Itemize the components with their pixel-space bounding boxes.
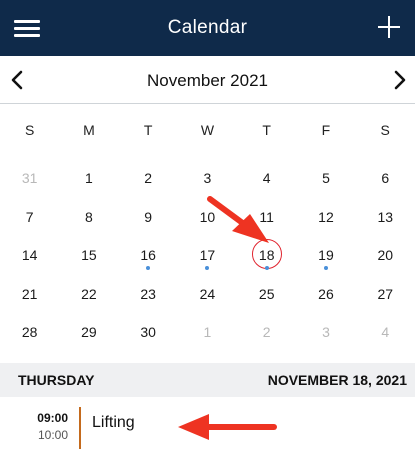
event-item[interactable]: 09:00 10:00 Lifting <box>0 401 415 449</box>
event-end-time: 10:00 <box>37 428 68 442</box>
day-cell-selected[interactable]: 18 <box>237 237 296 276</box>
day-cell[interactable]: 29 <box>59 314 118 353</box>
chevron-left-icon[interactable] <box>6 68 30 92</box>
day-cell[interactable]: 3 <box>178 160 237 199</box>
day-number: 6 <box>381 170 390 186</box>
day-cell[interactable]: 12 <box>296 199 355 238</box>
day-cell[interactable]: 7 <box>0 199 59 238</box>
day-number: 15 <box>81 247 97 263</box>
day-number: 7 <box>25 208 34 225</box>
week-row: 21 22 23 24 25 26 27 <box>0 276 415 315</box>
day-cell[interactable]: 16 <box>119 237 178 276</box>
plus-icon[interactable] <box>377 14 401 38</box>
weekday-label: F <box>321 122 331 138</box>
hamburger-menu-icon[interactable] <box>14 17 40 39</box>
day-cell[interactable]: 3 <box>296 314 355 353</box>
day-cell[interactable]: 27 <box>356 276 415 315</box>
day-cell[interactable]: 20 <box>356 237 415 276</box>
day-number: 26 <box>318 285 334 302</box>
day-number: 21 <box>21 285 38 302</box>
day-cell[interactable]: 2 <box>237 314 296 353</box>
day-cell[interactable]: 22 <box>59 276 118 315</box>
day-number: 2 <box>262 324 271 340</box>
agenda-day-header: THURSDAY NOVEMBER 18, 2021 <box>0 363 415 397</box>
day-cell[interactable]: 6 <box>356 160 415 199</box>
day-cell[interactable]: 14 <box>0 237 59 276</box>
day-cell[interactable]: 25 <box>237 276 296 315</box>
day-number: 12 <box>318 208 334 225</box>
day-cell[interactable]: 31 <box>0 160 59 199</box>
day-number: 29 <box>81 324 97 340</box>
day-cell[interactable]: 1 <box>178 314 237 353</box>
day-number: 23 <box>140 285 156 302</box>
day-cell[interactable]: 1 <box>59 160 118 199</box>
day-number: 2 <box>144 170 153 186</box>
weekday-label: S <box>380 122 390 138</box>
day-number: 24 <box>199 285 216 302</box>
agenda-day-of-week: THURSDAY <box>18 372 95 388</box>
weekday-header-row: SMTWTFS <box>0 112 415 148</box>
day-number: 13 <box>377 208 394 225</box>
week-row: 7 8 9 10 11 12 13 <box>0 199 415 238</box>
day-number: 3 <box>322 324 330 340</box>
day-number: 25 <box>258 285 275 302</box>
day-cell[interactable]: 13 <box>356 199 415 238</box>
day-number: 20 <box>377 247 394 263</box>
day-number: 27 <box>377 285 394 302</box>
day-cell[interactable]: 17 <box>178 237 237 276</box>
day-cell[interactable]: 9 <box>119 199 178 238</box>
day-cell[interactable]: 4 <box>356 314 415 353</box>
day-cell[interactable]: 4 <box>237 160 296 199</box>
app-title: Calendar <box>167 17 248 38</box>
weekday-label: S <box>24 122 35 138</box>
week-row: 31 1 2 3 4 5 6 <box>0 160 415 199</box>
day-cell[interactable]: 2 <box>119 160 178 199</box>
day-number: 8 <box>85 208 93 225</box>
day-number: 5 <box>322 170 330 186</box>
day-number: 11 <box>259 208 274 225</box>
event-indicator-dot <box>323 266 328 270</box>
event-color-bar <box>79 407 81 449</box>
day-cell[interactable]: 15 <box>59 237 118 276</box>
day-cell[interactable]: 5 <box>296 160 355 199</box>
day-number: 28 <box>21 324 38 340</box>
day-number: 3 <box>203 170 212 186</box>
day-cell[interactable]: 30 <box>119 314 178 353</box>
event-indicator-dot <box>264 266 269 270</box>
month-navigation: November 2021 <box>0 56 415 104</box>
weekday-label: W <box>200 122 215 138</box>
day-number: 9 <box>144 208 153 225</box>
day-number: 4 <box>262 170 271 186</box>
day-number: 22 <box>81 285 97 302</box>
day-cell[interactable]: 21 <box>0 276 59 315</box>
weekday-label: T <box>262 122 271 138</box>
week-row: 14 15 16 17 18 19 20 <box>0 237 415 276</box>
day-cell[interactable]: 8 <box>59 199 118 238</box>
day-cell[interactable]: 24 <box>178 276 237 315</box>
chevron-right-icon[interactable] <box>387 68 411 92</box>
day-cell[interactable]: 10 <box>178 199 237 238</box>
day-cell[interactable]: 23 <box>119 276 178 315</box>
day-cell[interactable]: 19 <box>296 237 355 276</box>
weekday-label: T <box>143 122 153 138</box>
week-row: 28 29 30 1 2 3 4 <box>0 314 415 353</box>
day-number: 14 <box>21 247 38 263</box>
event-start-time: 09:00 <box>37 411 68 425</box>
event-title: Lifting <box>92 414 135 431</box>
day-number: 1 <box>203 324 212 340</box>
top-app-bar: Calendar <box>0 0 415 56</box>
selected-day-ring <box>251 239 282 269</box>
day-number: 4 <box>381 324 390 340</box>
day-number: 31 <box>21 170 38 186</box>
day-number: 1 <box>85 170 93 186</box>
day-cell[interactable]: 28 <box>0 314 59 353</box>
day-cell[interactable]: 26 <box>296 276 355 315</box>
day-cell[interactable]: 11 <box>237 199 296 238</box>
month-label: November 2021 <box>147 71 268 90</box>
day-number: 10 <box>199 208 216 225</box>
agenda-date: NOVEMBER 18, 2021 <box>267 372 407 388</box>
weekday-label: M <box>83 122 95 138</box>
month-grid: 31 1 2 3 4 5 6 7 8 9 10 11 12 13 14 15 16 17 18 19 20 21 22 23 2… <box>0 160 415 353</box>
day-number: 30 <box>140 324 156 340</box>
